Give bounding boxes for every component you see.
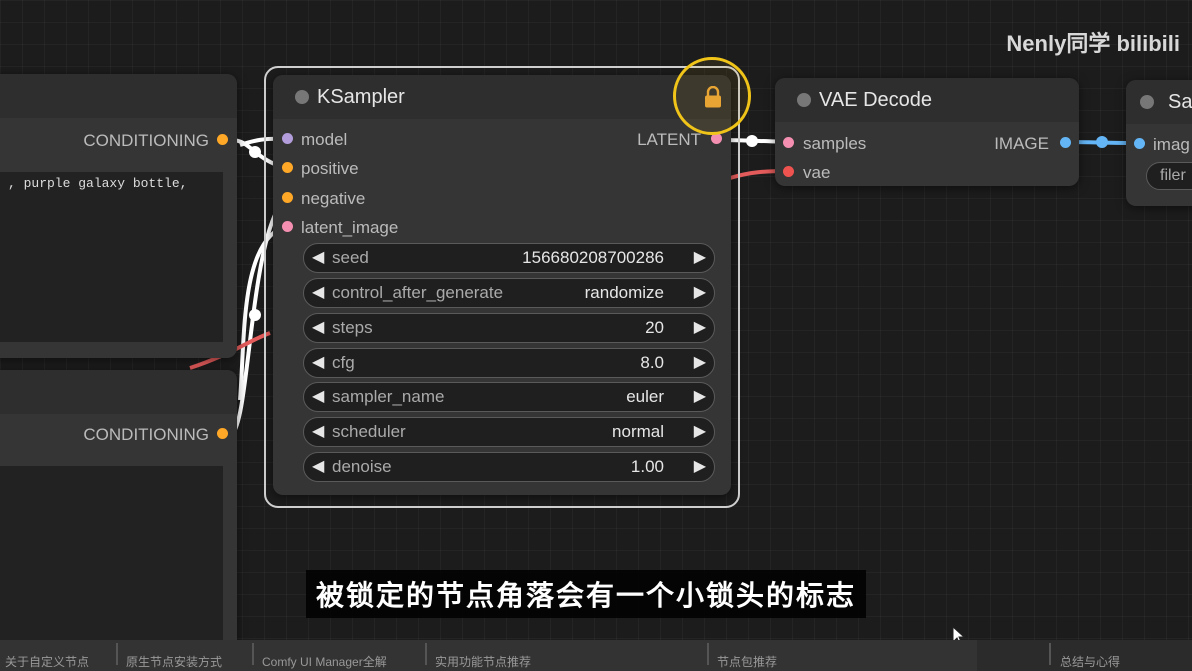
steps-widget[interactable]: ◀ steps 20 ▶ [303,313,715,343]
image-output-label: IMAGE [994,134,1049,153]
widget-label: filer [1160,167,1186,184]
node-collapse-dot[interactable] [797,93,811,107]
chapter-divider [116,643,118,665]
cfg-widget[interactable]: ◀ cfg 8.0 ▶ [303,348,715,378]
decrement-arrow-icon[interactable]: ◀ [312,456,324,476]
prompt-textarea[interactable] [0,466,223,660]
ksampler-node[interactable]: KSampler model positive negative latent_… [273,75,731,495]
prompt-text: , purple galaxy bottle, [8,176,188,191]
node-title-bar[interactable] [0,370,237,414]
negative-input-label: negative [301,189,366,208]
negative-input-pin[interactable] [282,192,293,203]
samples-input-label: samples [803,134,867,153]
node-title: Sa [1168,91,1192,113]
wire-reroute-dot [1096,136,1108,148]
save-image-node[interactable]: Sa imag filer [1126,80,1192,206]
decrement-arrow-icon[interactable]: ◀ [312,317,324,337]
widget-value: 156680208700286 [522,248,664,267]
vae-decode-node[interactable]: VAE Decode samples vae IMAGE [775,78,1079,186]
widget-label: cfg [332,353,355,372]
chapter-divider [425,643,427,665]
positive-input-label: positive [301,159,359,178]
decrement-arrow-icon[interactable]: ◀ [312,421,324,441]
images-input-pin[interactable] [1134,138,1145,149]
conditioning-output-label: CONDITIONING [83,131,209,150]
node-title: VAE Decode [819,89,933,111]
node-title: KSampler [317,86,405,108]
model-input-label: model [301,130,348,149]
conditioning-output-pin[interactable] [217,428,228,439]
conditioning-output-pin[interactable] [217,134,228,145]
increment-arrow-icon[interactable]: ▶ [694,282,706,302]
chapter-divider [252,643,254,665]
widget-value: normal [612,422,664,441]
increment-arrow-icon[interactable]: ▶ [694,317,706,337]
images-input-label: imag [1153,135,1190,154]
widget-value: 8.0 [640,353,664,372]
sampler-name-widget[interactable]: ◀ sampler_name euler ▶ [303,382,715,412]
chapter-item[interactable]: 关于自定义节点 [5,653,89,670]
decrement-arrow-icon[interactable]: ◀ [312,282,324,302]
decrement-arrow-icon[interactable]: ◀ [312,247,324,267]
increment-arrow-icon[interactable]: ▶ [694,456,706,476]
latent-output-label: LATENT [637,130,701,149]
widget-label: sampler_name [332,387,445,406]
chapter-item[interactable]: 实用功能节点推荐 [435,653,531,670]
channel-watermark: Nenly同学 bilibili [1006,31,1180,56]
image-output-pin[interactable] [1060,137,1071,148]
wire-reroute-dot [249,146,261,158]
increment-arrow-icon[interactable]: ▶ [694,352,706,372]
positive-input-pin[interactable] [282,162,293,173]
widget-value: 1.00 [630,457,664,476]
node-collapse-dot[interactable] [295,90,309,104]
wire-reroute-dot [746,135,758,147]
vae-input-pin[interactable] [783,166,794,177]
wire-reroute-dot [249,309,261,321]
increment-arrow-icon[interactable]: ▶ [694,247,706,267]
decrement-arrow-icon[interactable]: ◀ [312,386,324,406]
denoise-widget[interactable]: ◀ denoise 1.00 ▶ [303,452,715,482]
clip-text-encode-node-bottom[interactable]: CONDITIONING [0,370,237,660]
widget-label: steps [332,318,373,337]
chapter-item[interactable]: 总结与心得 [1060,653,1120,670]
widget-value: euler [626,387,664,406]
widget-label: scheduler [332,422,406,441]
node-title-bar[interactable]: KSampler [273,75,731,119]
chapter-progress-bar[interactable]: 关于自定义节点 原生节点安装方式 Comfy UI Manager全解 实用功能… [0,640,1192,671]
lock-icon[interactable] [704,86,722,108]
latent-image-input-pin[interactable] [282,221,293,232]
filename-prefix-widget[interactable]: filer [1146,162,1192,190]
scheduler-widget[interactable]: ◀ scheduler normal ▶ [303,417,715,447]
widget-label: denoise [332,457,392,476]
chapter-divider [707,643,709,665]
video-subtitle: 被锁定的节点角落会有一个小锁头的标志 [306,570,867,618]
chapter-divider [1049,643,1051,665]
conditioning-output-label: CONDITIONING [83,425,209,444]
control-after-generate-widget[interactable]: ◀ control_after_generate randomize ▶ [303,278,715,308]
chapter-item[interactable]: 节点包推荐 [717,653,777,670]
increment-arrow-icon[interactable]: ▶ [694,386,706,406]
prompt-textarea[interactable]: , purple galaxy bottle, [0,172,223,342]
samples-input-pin[interactable] [783,137,794,148]
node-title-bar[interactable] [0,74,237,118]
widget-label: control_after_generate [332,283,504,302]
seed-widget[interactable]: ◀ seed 156680208700286 ▶ [303,243,715,273]
widget-value: 20 [645,318,664,337]
widget-value: randomize [584,283,664,302]
node-title-bar[interactable]: Sa [1126,80,1192,124]
clip-text-encode-node-top[interactable]: CONDITIONING , purple galaxy bottle, [0,74,237,358]
chapter-item[interactable]: Comfy UI Manager全解 [262,653,387,670]
node-title-bar[interactable]: VAE Decode [775,78,1079,122]
latent-image-input-label: latent_image [301,218,399,237]
increment-arrow-icon[interactable]: ▶ [694,421,706,441]
model-input-pin[interactable] [282,133,293,144]
vae-input-label: vae [803,163,831,182]
decrement-arrow-icon[interactable]: ◀ [312,352,324,372]
widget-label: seed [332,248,369,267]
node-collapse-dot[interactable] [1140,95,1154,109]
chapter-item[interactable]: 原生节点安装方式 [126,653,222,670]
